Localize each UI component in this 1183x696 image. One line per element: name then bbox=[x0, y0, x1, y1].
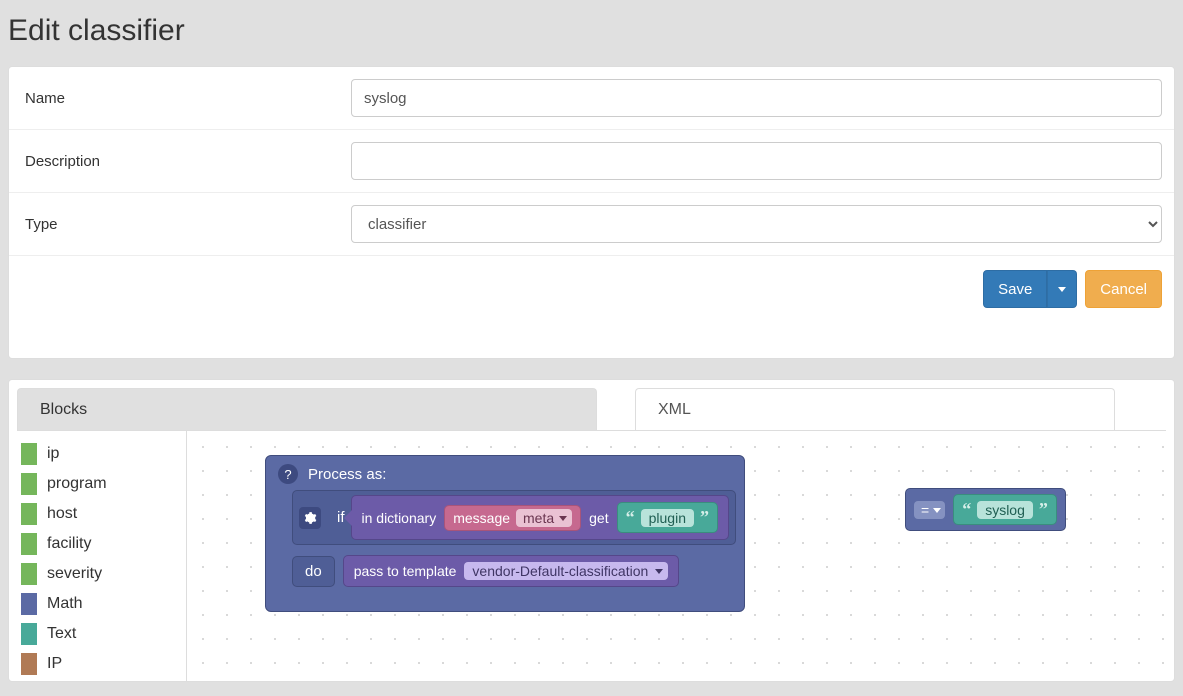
row-name: Name bbox=[9, 67, 1174, 130]
help-icon[interactable]: ? bbox=[278, 464, 298, 484]
save-button[interactable]: Save bbox=[983, 270, 1047, 308]
palette-label: Math bbox=[47, 595, 83, 613]
equals-dropdown[interactable]: = bbox=[914, 501, 945, 519]
caret-down-icon bbox=[1058, 287, 1066, 292]
editor-panel: Blocks XML ip program host facility bbox=[8, 379, 1175, 682]
swatch-icon bbox=[21, 503, 37, 525]
do-keyword: do bbox=[292, 556, 335, 587]
pass-template-block[interactable]: pass to template vendor-Default-classifi… bbox=[343, 555, 680, 587]
palette-item-text[interactable]: Text bbox=[17, 619, 186, 649]
equals-label: = bbox=[921, 502, 929, 518]
gear-icon[interactable] bbox=[299, 507, 321, 529]
row-description: Description bbox=[9, 130, 1174, 193]
swatch-icon bbox=[21, 593, 37, 615]
cancel-button[interactable]: Cancel bbox=[1085, 270, 1162, 308]
form-panel: Name Description Type classifier Save Ca… bbox=[8, 66, 1175, 359]
process-block[interactable]: ? Process as: if in dictionary message m… bbox=[265, 455, 745, 612]
palette-label: program bbox=[47, 475, 107, 493]
close-quote-icon: ” bbox=[1039, 499, 1048, 520]
process-as-label: Process as: bbox=[308, 466, 386, 483]
swatch-icon bbox=[21, 563, 37, 585]
swatch-icon bbox=[21, 473, 37, 495]
process-head: ? Process as: bbox=[274, 462, 736, 490]
open-quote-icon: “ bbox=[626, 507, 635, 528]
palette-label: Text bbox=[47, 625, 76, 643]
label-name: Name bbox=[21, 90, 351, 107]
chevron-down-icon bbox=[559, 516, 567, 521]
message-label: message bbox=[453, 510, 510, 526]
plugin-value: plugin bbox=[641, 509, 694, 527]
description-input[interactable] bbox=[351, 142, 1162, 180]
chevron-down-icon bbox=[933, 508, 941, 513]
row-type: Type classifier bbox=[9, 193, 1174, 256]
palette-item-program[interactable]: program bbox=[17, 469, 186, 499]
save-dropdown-button[interactable] bbox=[1047, 270, 1077, 308]
palette: ip program host facility severity Math bbox=[17, 431, 187, 681]
save-group: Save bbox=[983, 270, 1077, 308]
meta-value: meta bbox=[523, 510, 554, 526]
swatch-icon bbox=[21, 533, 37, 555]
in-dictionary-label: in dictionary bbox=[362, 510, 437, 526]
syslog-value: syslog bbox=[977, 501, 1033, 519]
pass-to-template-label: pass to template bbox=[354, 563, 457, 579]
tab-xml[interactable]: XML bbox=[635, 388, 1115, 430]
if-wrap[interactable]: if in dictionary message meta get bbox=[292, 490, 736, 545]
open-quote-icon: “ bbox=[962, 499, 971, 520]
swatch-icon bbox=[21, 443, 37, 465]
template-value: vendor-Default-classification bbox=[472, 563, 648, 579]
palette-label: ip bbox=[47, 445, 59, 463]
swatch-icon bbox=[21, 623, 37, 645]
palette-item-ip-field[interactable]: ip bbox=[17, 439, 186, 469]
dictionary-block[interactable]: in dictionary message meta get “ plugin bbox=[351, 495, 729, 540]
equals-block[interactable]: = “ syslog ” bbox=[905, 488, 1066, 531]
name-input[interactable] bbox=[351, 79, 1162, 117]
type-select[interactable]: classifier bbox=[351, 205, 1162, 243]
palette-item-math[interactable]: Math bbox=[17, 589, 186, 619]
get-label: get bbox=[589, 510, 608, 526]
template-dropdown[interactable]: vendor-Default-classification bbox=[464, 562, 668, 580]
message-chip[interactable]: message meta bbox=[444, 505, 581, 531]
tab-blocks[interactable]: Blocks bbox=[17, 388, 597, 430]
palette-label: host bbox=[47, 505, 77, 523]
close-quote-icon: ” bbox=[700, 507, 709, 528]
actions: Save Cancel bbox=[9, 256, 1174, 358]
palette-item-severity[interactable]: severity bbox=[17, 559, 186, 589]
page-title: Edit classifier bbox=[0, 0, 1183, 66]
label-type: Type bbox=[21, 216, 351, 233]
palette-label: IP bbox=[47, 655, 62, 673]
meta-dropdown[interactable]: meta bbox=[516, 509, 572, 527]
palette-label: severity bbox=[47, 565, 102, 583]
gear-svg bbox=[303, 511, 317, 525]
process-foot bbox=[274, 587, 736, 605]
palette-item-ip-cat[interactable]: IP bbox=[17, 649, 186, 679]
swatch-icon bbox=[21, 653, 37, 675]
workspace: ip program host facility severity Math bbox=[17, 431, 1166, 681]
palette-item-host[interactable]: host bbox=[17, 499, 186, 529]
chevron-down-icon bbox=[655, 569, 663, 574]
palette-label: facility bbox=[47, 535, 91, 553]
do-row: do pass to template vendor-Default-class… bbox=[292, 555, 736, 587]
canvas[interactable]: ? Process as: if in dictionary message m… bbox=[187, 431, 1166, 681]
tabs: Blocks XML bbox=[17, 388, 1166, 431]
label-description: Description bbox=[21, 153, 351, 170]
syslog-chip[interactable]: “ syslog ” bbox=[953, 494, 1057, 525]
plugin-chip[interactable]: “ plugin ” bbox=[617, 502, 718, 533]
palette-item-facility[interactable]: facility bbox=[17, 529, 186, 559]
